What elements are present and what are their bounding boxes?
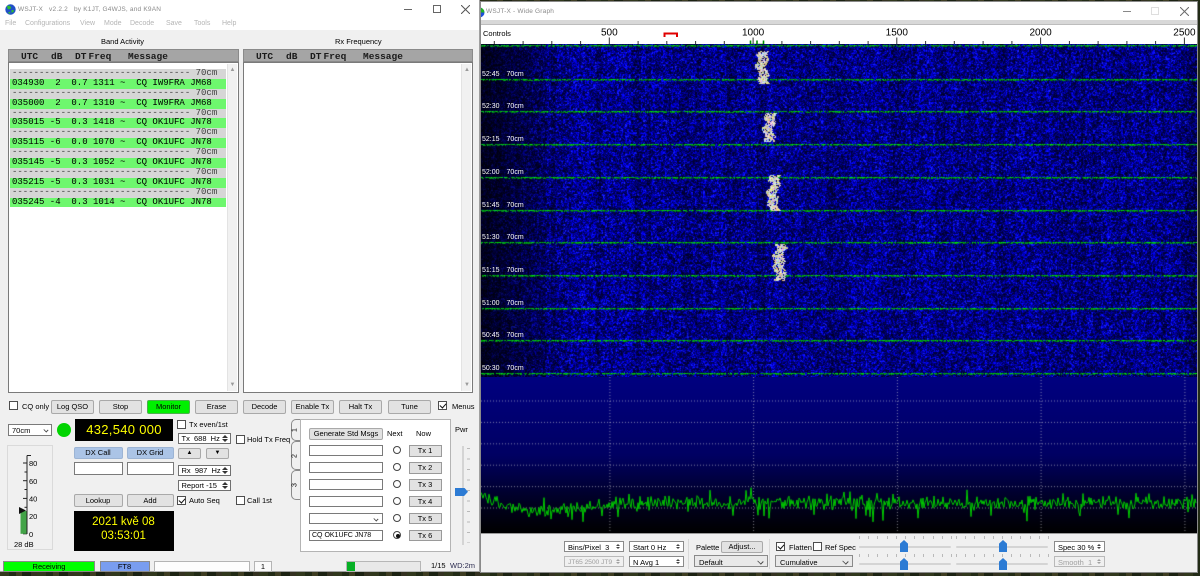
svg-text:28 dB: 28 dB xyxy=(14,540,34,549)
svg-text:60: 60 xyxy=(29,477,37,486)
svg-text:20: 20 xyxy=(29,512,37,521)
svg-text:80: 80 xyxy=(29,459,37,468)
svg-text:0: 0 xyxy=(29,530,33,539)
svg-text:40: 40 xyxy=(29,495,37,504)
